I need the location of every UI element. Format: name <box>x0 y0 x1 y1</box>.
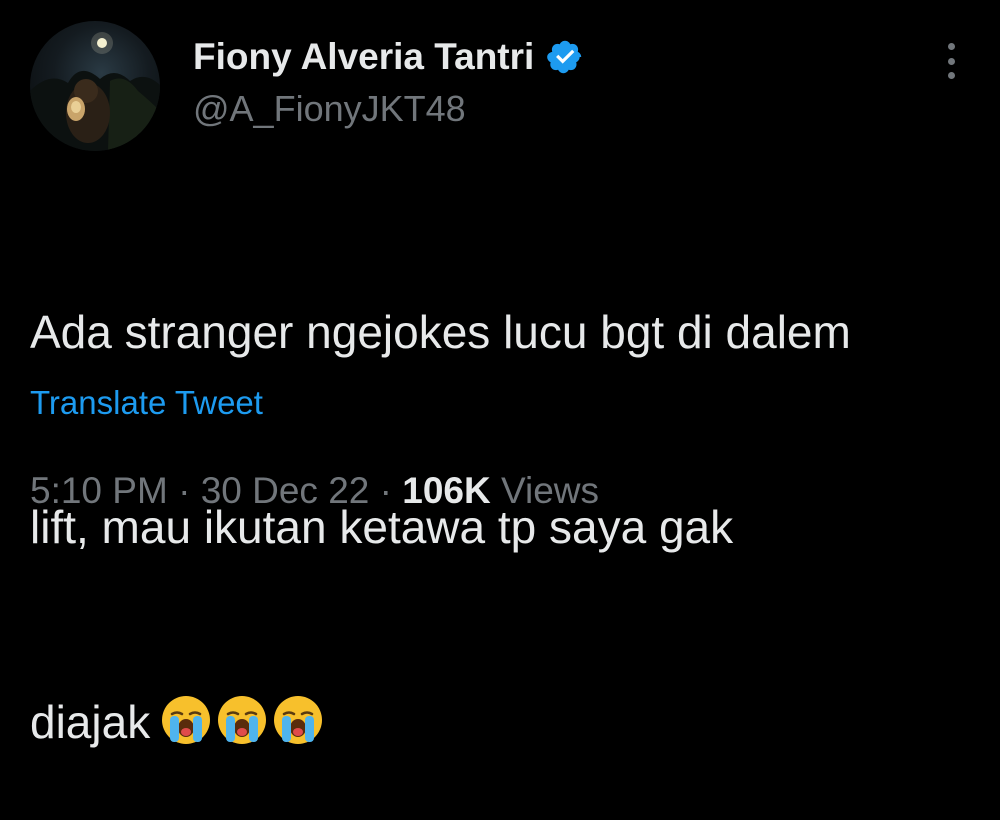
translate-tweet-link[interactable]: Translate Tweet <box>30 384 263 422</box>
author-handle[interactable]: @A_FionyJKT48 <box>193 88 466 130</box>
tweet-line-last: diajak <box>30 690 980 755</box>
tweet-line: Ada stranger ngejokes lucu bgt di dalem <box>30 306 851 358</box>
verified-badge-icon <box>546 38 584 76</box>
avatar[interactable] <box>30 21 160 151</box>
meta-separator: · <box>379 470 392 511</box>
loudly-crying-face-emoji <box>274 696 323 744</box>
tweet-time[interactable]: 5:10 PM <box>30 470 168 511</box>
loudly-crying-face-emoji <box>162 696 211 744</box>
display-name-text: Fiony Alveria Tantri <box>193 36 535 77</box>
more-options-button[interactable] <box>934 40 968 82</box>
meta-separator: · <box>178 470 191 511</box>
emoji-row <box>160 694 324 746</box>
loudly-crying-face-emoji <box>218 696 267 744</box>
views-count[interactable]: 106K <box>402 470 490 511</box>
tweet-meta: 5:10 PM · 30 Dec 22 · 106K Views <box>30 470 599 512</box>
more-vertical-icon <box>947 43 955 50</box>
author-display-name[interactable]: Fiony Alveria Tantri <box>193 36 584 78</box>
tweet-date[interactable]: 30 Dec 22 <box>201 470 370 511</box>
views-label: Views <box>500 470 600 511</box>
profile-photo <box>30 32 160 151</box>
tweet-line-text: diajak <box>30 696 151 748</box>
